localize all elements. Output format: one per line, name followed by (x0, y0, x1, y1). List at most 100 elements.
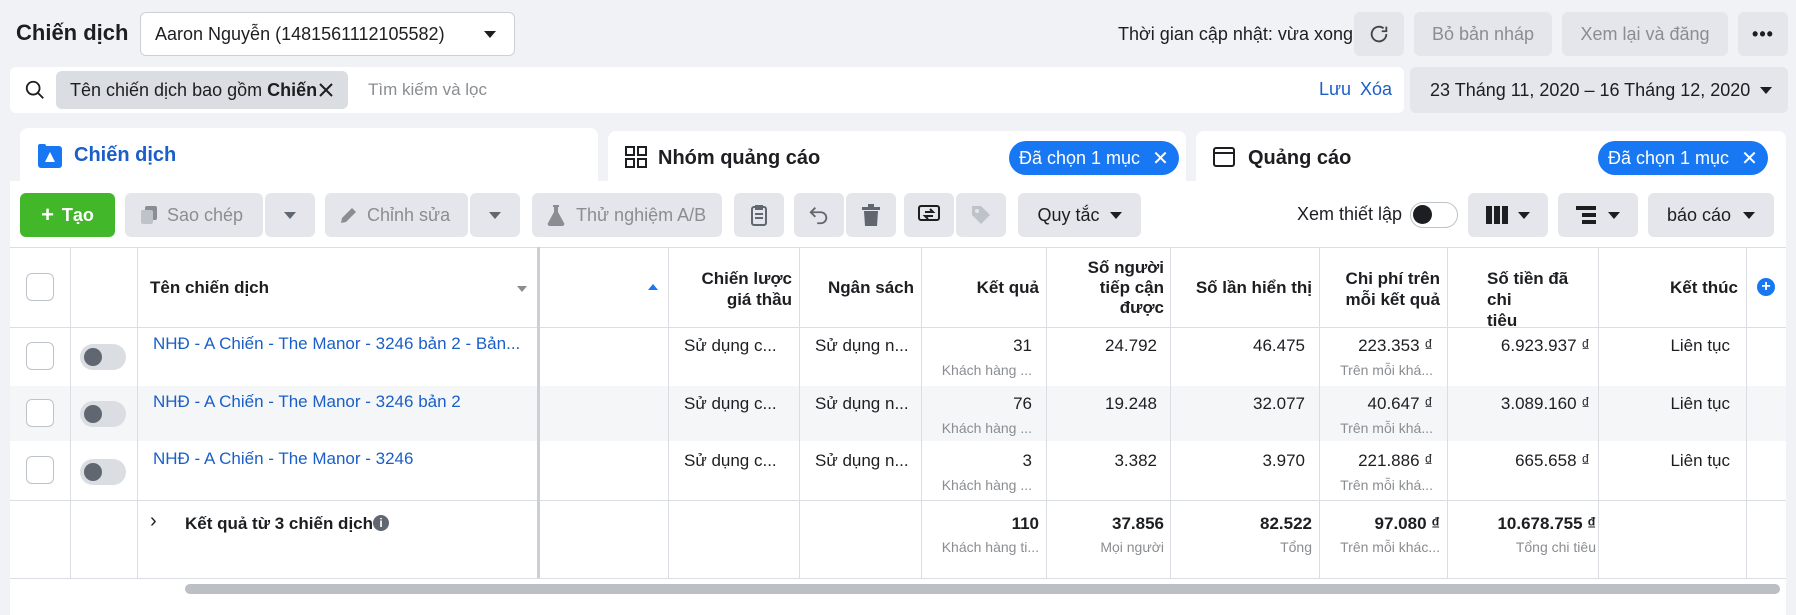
info-icon[interactable]: i (373, 515, 389, 531)
delete-button[interactable] (846, 193, 896, 237)
col-header-impressions[interactable]: Số lần hiển thị (1171, 278, 1312, 298)
plus-icon: + (41, 202, 54, 227)
ab-test-button-label: Thử nghiệm A/B (576, 204, 707, 225)
clear-filter-link[interactable]: Xóa (1360, 79, 1392, 100)
row-toggle[interactable] (80, 344, 126, 370)
chevron-down-icon (1109, 211, 1122, 219)
col-header-reach[interactable]: Số người tiếp cận được (1047, 258, 1164, 318)
selected-badge-label: Đã chọn 1 mục (1608, 147, 1730, 168)
account-select[interactable]: Aaron Nguyễn (1481561112105582) (140, 12, 515, 56)
select-all-checkbox[interactable] (26, 273, 54, 301)
columns-button[interactable] (1468, 193, 1548, 237)
ab-test-button[interactable]: Thử nghiệm A/B (532, 193, 722, 237)
tag-button[interactable] (956, 193, 1006, 237)
discard-draft-button[interactable]: Bỏ bản nháp (1414, 12, 1552, 56)
selected-badge[interactable]: Đã chọn 1 mục ✕ (1009, 141, 1179, 175)
col-divider (1598, 247, 1599, 578)
cost-per-result-sub: Trên mỗi khá... (1340, 477, 1433, 493)
amount-spent-cell: 3.089.160 ₫ (1500, 394, 1590, 413)
add-column-icon[interactable]: + (1757, 278, 1775, 296)
row-checkbox[interactable] (26, 342, 54, 370)
selected-badge-label: Đã chọn 1 mục (1019, 147, 1141, 168)
col-header-name[interactable]: Tên chiến dịch (150, 278, 269, 298)
review-publish-button[interactable]: Xem lại và đăng (1562, 12, 1728, 56)
edit-dropdown-button[interactable] (470, 193, 520, 237)
expand-summary-icon[interactable]: › (150, 510, 157, 533)
cost-per-result-cell: 223.353 ₫ (1358, 336, 1433, 355)
close-icon[interactable] (318, 82, 334, 98)
scrollbar-thumb[interactable] (185, 584, 1780, 594)
end-cell: Liên tục (1670, 394, 1730, 413)
more-options-button[interactable]: ••• (1738, 12, 1788, 56)
budget-cell: Sử dụng n... (815, 336, 909, 355)
row-checkbox[interactable] (26, 456, 54, 484)
col-header-reach-line2: tiếp cận (1099, 278, 1164, 297)
close-icon[interactable]: ✕ (1152, 146, 1169, 171)
clipboard-button[interactable] (734, 193, 784, 237)
save-filter-link[interactable]: Lưu (1319, 79, 1351, 100)
results-cell: 31 (1013, 336, 1032, 355)
summary-impressions: 82.522 (1260, 514, 1312, 533)
close-icon[interactable]: ✕ (1741, 146, 1758, 171)
row-toggle[interactable] (80, 459, 126, 485)
col-header-bid-strategy[interactable]: Chiến lược giá thầu (670, 268, 792, 310)
copy-button[interactable]: Sao chép (125, 193, 263, 237)
tab-ads[interactable]: Quảng cáo Đã chọn 1 mục ✕ (1196, 131, 1786, 181)
summary-impressions-sub: Tổng (1280, 539, 1312, 555)
copy-dropdown-button[interactable] (265, 193, 315, 237)
rules-button[interactable]: Quy tắc (1018, 193, 1141, 237)
undo-button[interactable] (794, 193, 844, 237)
col-header-cpr-line2: mỗi kết quả (1345, 290, 1440, 309)
chevron-down-icon (1760, 86, 1772, 94)
clipboard-icon (751, 205, 767, 226)
row-toggle[interactable] (80, 401, 126, 427)
selected-badge[interactable]: Đã chọn 1 mục ✕ (1598, 141, 1768, 175)
budget-cell: Sử dụng n... (815, 394, 909, 413)
replace-button[interactable] (904, 193, 954, 237)
rules-button-label: Quy tắc (1037, 204, 1100, 225)
horizontal-scrollbar[interactable] (185, 584, 1780, 594)
edit-button-label: Chỉnh sửa (367, 204, 451, 225)
reports-button[interactable]: báo cáo (1648, 193, 1774, 237)
col-header-bid-line1: Chiến lược (701, 269, 792, 288)
sort-down-icon[interactable] (517, 286, 527, 292)
sort-up-icon[interactable] (648, 284, 658, 290)
campaign-name-link[interactable]: NHĐ - A Chiến - The Manor - 3246 bản 2 -… (153, 334, 533, 354)
end-cell: Liên tục (1670, 451, 1730, 470)
tab-ads-label: Quảng cáo (1248, 147, 1352, 169)
col-header-budget[interactable]: Ngân sách (800, 278, 914, 298)
tab-campaigns[interactable]: Chiến dịch (20, 128, 598, 188)
row-checkbox[interactable] (26, 399, 54, 427)
col-header-cost-per-result[interactable]: Chi phí trên mỗi kết quả (1320, 268, 1440, 310)
campaign-name-link[interactable]: NHĐ - A Chiến - The Manor - 3246 bản 2 (153, 392, 461, 412)
tab-ad-sets[interactable]: Nhóm quảng cáo Đã chọn 1 mục ✕ (608, 131, 1186, 181)
col-header-amount-spent[interactable]: Số tiền đã chi tiêu (1487, 268, 1597, 331)
summary-cost-per-result-sub: Trên mỗi khác... (1340, 539, 1440, 555)
campaign-name-link[interactable]: NHĐ - A Chiến - The Manor - 3246 (153, 449, 413, 469)
toggle-knob (1413, 205, 1432, 224)
search-input[interactable]: Tìm kiếm và lọc (368, 80, 487, 100)
refresh-button[interactable] (1354, 12, 1404, 56)
date-range-picker[interactable]: 23 Tháng 11, 2020 – 16 Tháng 12, 2020 (1410, 67, 1788, 113)
results-cell: 76 (1013, 394, 1032, 413)
filter-chip[interactable]: Tên chiến dịch bao gồm Chiến (56, 71, 348, 109)
amount-spent-cell: 6.923.937 ₫ (1500, 336, 1590, 355)
breakdown-button[interactable] (1558, 193, 1638, 237)
columns-icon (1486, 206, 1508, 224)
view-setup-toggle[interactable] (1410, 202, 1458, 228)
ad-window-icon (1213, 147, 1235, 167)
col-divider (668, 247, 669, 578)
create-button[interactable]: + Tạo (20, 193, 115, 237)
edit-button[interactable]: Chỉnh sửa (325, 193, 468, 237)
breakdown-icon (1576, 206, 1596, 224)
col-header-results[interactable]: Kết quả (922, 278, 1039, 298)
impressions-cell: 3.970 (1262, 451, 1305, 470)
chevron-down-icon (1518, 211, 1530, 219)
updated-status: Thời gian cập nhật: vừa xong (1118, 24, 1353, 44)
grid-icon (625, 146, 647, 168)
impressions-cell: 32.077 (1253, 394, 1305, 413)
summary-top-border (10, 500, 1786, 501)
col-header-end[interactable]: Kết thúc (1600, 278, 1738, 298)
pencil-icon (341, 208, 356, 223)
view-setup-label: Xem thiết lập (1297, 204, 1403, 224)
